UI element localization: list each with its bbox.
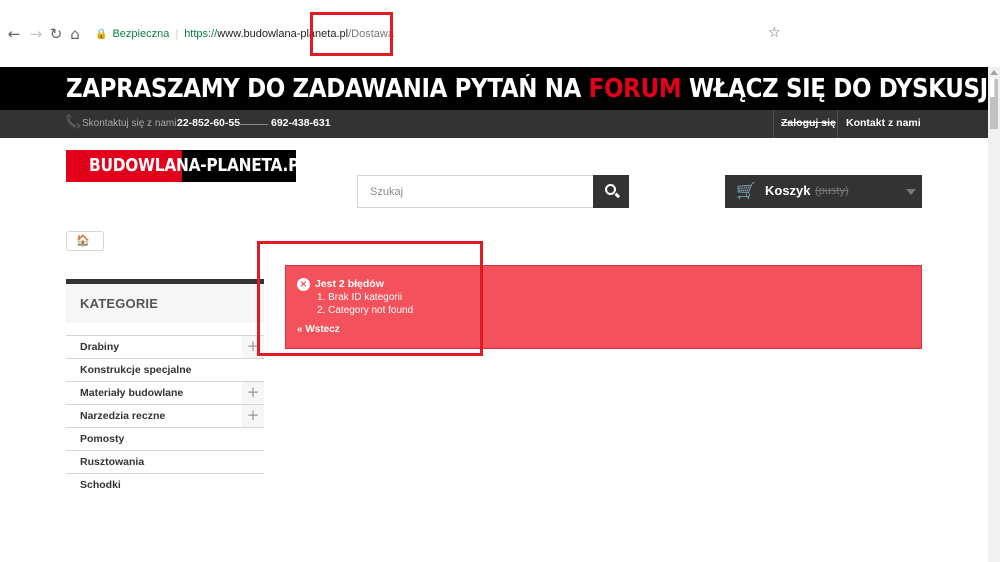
star-icon[interactable]: ☆ bbox=[768, 25, 781, 41]
plus-icon[interactable]: + bbox=[242, 405, 264, 427]
arrow-right-icon[interactable]: → bbox=[28, 26, 44, 42]
contact-link[interactable]: Kontakt z nami bbox=[846, 117, 921, 129]
forum-link[interactable]: FORUM bbox=[589, 74, 682, 104]
phone-number-2: 692-438-631 bbox=[271, 117, 331, 129]
lock-icon: 🔒 bbox=[95, 28, 108, 40]
category-list: Drabiny + Konstrukcje specjalne Materiał… bbox=[66, 335, 264, 496]
breadcrumb[interactable]: 🏠 bbox=[66, 231, 104, 251]
highlight-box bbox=[257, 241, 483, 356]
category-label: Schodki bbox=[80, 479, 121, 491]
categories-title: KATEGORIE bbox=[66, 284, 264, 323]
url-divider: | bbox=[175, 28, 179, 40]
contact-label: Skontaktuj się z nami: bbox=[82, 118, 180, 129]
cart-status: (pusty) bbox=[815, 185, 849, 197]
category-item-narzedzia-reczne[interactable]: Narzedzia reczne + bbox=[66, 404, 264, 427]
browser-toolbar: ← → ↻ ⌂ 🔒 Bezpieczna | https:// www.budo… bbox=[0, 0, 1000, 67]
category-label: Konstrukcje specjalne bbox=[80, 364, 192, 376]
url-scheme: https:// bbox=[184, 28, 218, 40]
category-label: Narzedzia reczne bbox=[80, 410, 166, 422]
highlight-box bbox=[310, 12, 393, 56]
arrow-left-icon[interactable]: ← bbox=[6, 26, 22, 42]
reload-icon[interactable]: ↻ bbox=[48, 26, 64, 42]
logo-text: BUDOWLANA-PLANETA.PL bbox=[89, 156, 309, 176]
home-icon[interactable]: 🏠 bbox=[76, 234, 90, 247]
category-item-pomosty[interactable]: Pomosty bbox=[66, 427, 264, 450]
nav-divider bbox=[837, 110, 838, 138]
nav-divider bbox=[773, 110, 774, 138]
phone-icon: 📞 bbox=[65, 115, 82, 130]
category-label: Materiały budowlane bbox=[80, 387, 184, 399]
cart-button[interactable]: 🛒 Koszyk (pusty) bbox=[725, 175, 922, 208]
category-item-drabiny[interactable]: Drabiny + bbox=[66, 335, 264, 358]
category-item-konstrukcje-specjalne[interactable]: Konstrukcje specjalne bbox=[66, 358, 264, 381]
category-label: Pomosty bbox=[80, 433, 125, 445]
banner-text: ZAPRASZAMY DO ZADAWANIA PYTAŃ NA FORUM W… bbox=[66, 74, 997, 104]
site-logo[interactable]: BUDOWLANA-PLANETA.PL bbox=[66, 150, 309, 182]
login-link[interactable]: Zaloguj się bbox=[781, 117, 836, 129]
secure-label: Bezpieczna bbox=[112, 28, 170, 40]
category-item-materialy-budowlane[interactable]: Materiały budowlane + bbox=[66, 381, 264, 404]
category-label: Rusztowania bbox=[80, 456, 145, 468]
scrollbar[interactable] bbox=[988, 67, 1000, 562]
chevron-down-icon bbox=[906, 189, 916, 195]
category-item-schodki[interactable]: Schodki bbox=[66, 473, 264, 496]
home-icon[interactable]: ⌂ bbox=[67, 26, 83, 42]
forum-banner[interactable]: ZAPRASZAMY DO ZADAWANIA PYTAŃ NA FORUM W… bbox=[0, 67, 996, 110]
category-item-rusztowania[interactable]: Rusztowania bbox=[66, 450, 264, 473]
cart-icon: 🛒 bbox=[736, 181, 756, 200]
cart-label: Koszyk bbox=[765, 183, 811, 198]
plus-icon[interactable]: + bbox=[242, 382, 264, 404]
search-button[interactable] bbox=[593, 175, 629, 208]
phone-divider bbox=[238, 124, 268, 125]
categories-block: KATEGORIE bbox=[66, 279, 264, 323]
category-label: Drabiny bbox=[80, 341, 120, 353]
phone-number-1: 22-852-60-55 bbox=[177, 117, 241, 129]
search-input[interactable] bbox=[357, 175, 593, 208]
top-nav: 📞 Skontaktuj się z nami: 22-852-60-55 69… bbox=[0, 110, 988, 138]
